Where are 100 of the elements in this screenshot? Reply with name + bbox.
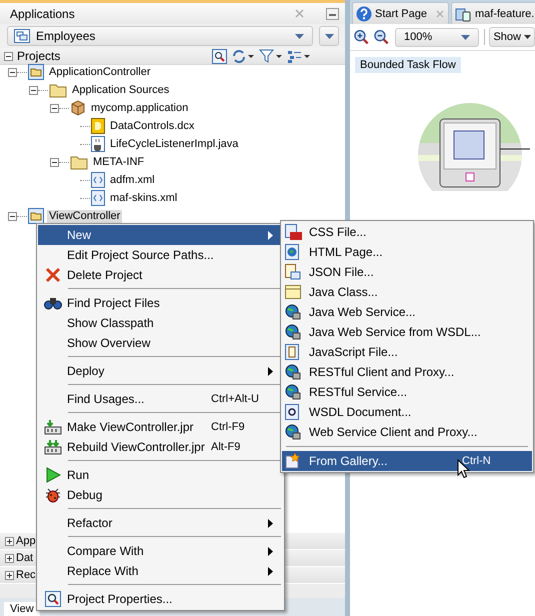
menu-item[interactable]: CSS File... (282, 222, 532, 242)
gallery-icon (285, 453, 301, 469)
menu-item[interactable]: Rebuild ViewController.jpr Alt-F9 (38, 437, 283, 457)
zoom-dropdown[interactable]: 100% (394, 28, 479, 46)
bug-icon (45, 487, 61, 503)
menu-item[interactable]: Compare With (38, 541, 283, 561)
caret-icon (324, 34, 334, 38)
caret-icon (524, 35, 531, 39)
feature-file-icon (454, 6, 472, 22)
build-icon (44, 419, 62, 435)
data-file-icon (91, 118, 105, 134)
css-file-icon (285, 224, 302, 240)
menu-item[interactable]: WSDL Document... (282, 402, 532, 422)
help-icon (356, 6, 372, 22)
web-service-icon (285, 304, 301, 320)
menu-item[interactable]: JSON File... (282, 262, 532, 282)
collapse-icon[interactable] (50, 104, 59, 112)
tree-item[interactable]: ViewController (47, 210, 122, 222)
script-file-icon (285, 344, 299, 360)
tree-item[interactable]: adfm.xml (108, 174, 157, 186)
menu-item[interactable]: Project Properties... (38, 589, 283, 609)
project-icon (28, 208, 44, 224)
menu-item[interactable]: Find Project Files (38, 293, 283, 313)
folder-icon (70, 154, 88, 170)
show-button[interactable]: Show (489, 27, 535, 47)
expand-icon[interactable] (5, 536, 14, 546)
menu-item[interactable]: RESTful Client and Proxy... (282, 362, 532, 382)
menu-item[interactable]: Delete Project (38, 265, 283, 285)
folder-icon (49, 82, 67, 98)
menu-item[interactable]: Java Web Service... (282, 302, 532, 322)
menu-item[interactable]: Replace With (38, 561, 283, 581)
class-file-icon (285, 285, 301, 299)
filter-icon[interactable] (259, 48, 283, 64)
play-icon (45, 467, 61, 483)
task-flow-node-drawing[interactable] (418, 103, 530, 191)
menu-item[interactable]: Find Usages... Ctrl+Alt-U (38, 389, 283, 409)
canvas-label: Bounded Task Flow (355, 57, 461, 73)
panel-title: Applications (10, 6, 76, 20)
zoom-out-icon[interactable] (374, 28, 390, 46)
editor-tab[interactable]: Start Page (352, 2, 449, 24)
caret-icon (460, 34, 470, 40)
web-service-icon (285, 424, 301, 440)
projects-header[interactable]: Projects (0, 48, 345, 65)
menu-item[interactable]: Refactor (38, 513, 283, 533)
caret-icon (295, 34, 304, 38)
menu-item[interactable]: Edit Project Source Paths... (38, 245, 283, 265)
shortcut-label: Alt-F9 (211, 441, 242, 453)
expand-icon[interactable] (5, 570, 14, 580)
application-dropdown[interactable]: Employees (7, 26, 313, 46)
menu-item[interactable]: From Gallery... Ctrl-N (282, 451, 532, 471)
shortcut-label: Ctrl-F9 (211, 421, 246, 433)
menu-item[interactable]: HTML Page... (282, 242, 532, 262)
sync-icon[interactable] (231, 48, 255, 64)
properties-icon (45, 591, 61, 607)
tree-item[interactable]: mycomp.application (89, 102, 190, 114)
menu-item[interactable]: Make ViewController.jpr Ctrl-F9 (38, 417, 283, 437)
xml-file-icon (91, 190, 105, 206)
tree-item[interactable]: maf-skins.xml (108, 192, 180, 204)
search-icon[interactable] (212, 48, 227, 64)
projects-label: Projects (17, 49, 62, 63)
menu-item[interactable]: Show Overview (38, 333, 283, 353)
menu-item[interactable]: Show Classpath (38, 313, 283, 333)
menu-item[interactable]: Debug (38, 485, 283, 505)
tree-item[interactable]: LifeCycleListenerImpl.java (108, 138, 240, 150)
collapse-icon[interactable] (4, 52, 13, 60)
tree-item[interactable]: Application Sources (70, 84, 172, 96)
menu-item[interactable]: Web Service Client and Proxy... (282, 422, 532, 442)
minimize-icon[interactable] (326, 8, 339, 20)
menu-item[interactable]: Java Class... (282, 282, 532, 302)
java-file-icon (91, 136, 105, 152)
collapse-icon[interactable] (50, 158, 59, 166)
bottom-tab[interactable]: View (4, 602, 40, 616)
menu-item[interactable]: Java Web Service from WSDL... (282, 322, 532, 342)
json-file-icon (285, 264, 301, 280)
menu-item[interactable]: New (38, 225, 283, 245)
web-service-icon (285, 324, 301, 340)
collapse-icon[interactable] (29, 86, 38, 94)
menu-item[interactable]: RESTful Service... (282, 382, 532, 402)
tree-item[interactable]: META-INF (91, 156, 146, 168)
expand-icon[interactable] (5, 554, 14, 562)
menu-item[interactable]: JavaScript File... (282, 342, 532, 362)
web-service-icon (285, 384, 301, 400)
tree-item[interactable]: DataControls.dcx (108, 120, 196, 132)
menu-item[interactable]: Deploy (38, 361, 283, 381)
globe-icon (285, 244, 299, 260)
collapse-icon[interactable] (8, 68, 17, 76)
shortcut-label: Ctrl-N (462, 455, 492, 467)
project-icon (28, 64, 44, 80)
application-icon (14, 29, 30, 43)
list-options-icon[interactable] (287, 48, 311, 64)
tree-item[interactable]: ApplicationController (47, 66, 152, 78)
collapse-icon[interactable] (8, 212, 17, 220)
editor-tab[interactable]: maf-feature. (450, 2, 535, 24)
build-icon (44, 439, 62, 455)
xml-file-icon (91, 172, 105, 188)
menu-item[interactable]: Run (38, 465, 283, 485)
web-service-icon (285, 364, 301, 380)
panel-menu-button[interactable] (319, 26, 339, 46)
package-icon (70, 100, 86, 116)
zoom-in-icon[interactable] (354, 28, 370, 46)
